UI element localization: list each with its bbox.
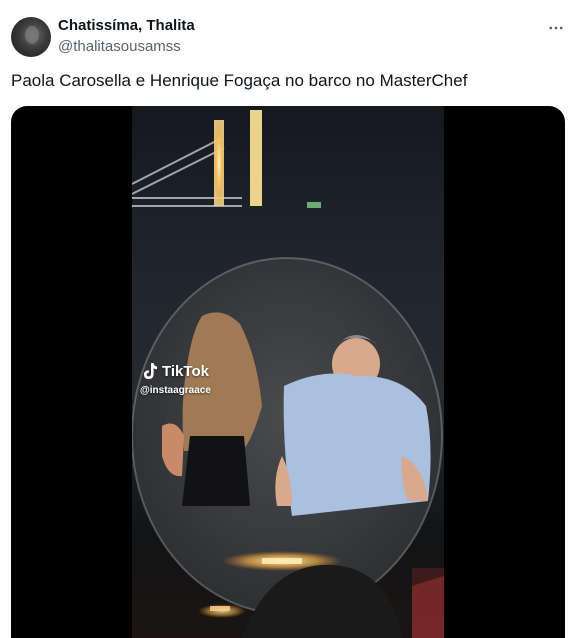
video-frame: TikTok @instaagraace [132,106,444,638]
tiktok-handle: @instaagraace [140,385,211,396]
tiktok-brand-label: TikTok [162,362,209,380]
user-handle[interactable]: @thalitasousamss [58,38,181,55]
video-player[interactable]: TikTok @instaagraace [11,106,565,638]
tweet-text: Paola Carosella e Henrique Fogaça no bar… [11,71,468,90]
more-options-button[interactable] [540,14,572,42]
avatar[interactable] [11,17,51,57]
tiktok-watermark: TikTok [142,362,209,380]
ellipsis-icon [549,26,563,30]
display-name[interactable]: Chatissíma, Thalita [58,17,195,34]
tweet-card: Chatissíma, Thalita @thalitasousamss Pao… [0,0,580,638]
tiktok-icon [144,363,157,379]
